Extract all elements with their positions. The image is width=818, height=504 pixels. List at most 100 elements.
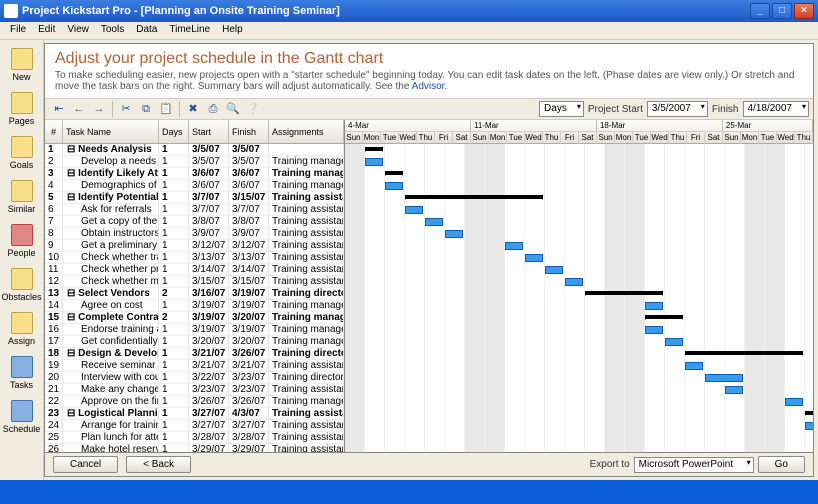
table-row[interactable]: 8Obtain instructors' resur13/9/073/9/07T… <box>45 228 344 240</box>
advisor-link[interactable]: Advisor. <box>412 81 448 92</box>
sidebar-item-assign[interactable]: Assign <box>0 308 43 350</box>
maximize-button[interactable]: □ <box>772 3 792 19</box>
task-bar[interactable] <box>645 302 663 310</box>
col-name[interactable]: Task Name <box>63 120 159 143</box>
table-row[interactable]: 1⊟ Needs Analysis13/5/073/5/07 <box>45 144 344 156</box>
delete-icon[interactable]: ✖ <box>185 101 201 117</box>
table-row[interactable]: 25Plan lunch for attendee:13/28/073/28/0… <box>45 432 344 444</box>
export-select[interactable]: Microsoft PowerPoint <box>634 457 754 473</box>
menu-view[interactable]: View <box>61 22 95 39</box>
sidebar-item-obstacles[interactable]: Obstacles <box>0 264 43 306</box>
cut-icon[interactable]: ✂ <box>118 101 134 117</box>
view-mode-select[interactable]: Days <box>539 101 584 117</box>
sidebar-item-pages[interactable]: Pages <box>0 88 43 130</box>
task-bar[interactable] <box>685 362 703 370</box>
menu-timeline[interactable]: TimeLine <box>163 22 216 39</box>
task-table-header: # Task Name Days Start Finish Assignment… <box>45 120 344 144</box>
task-bar[interactable] <box>405 206 423 214</box>
close-button[interactable]: × <box>794 3 814 19</box>
sidebar-item-label: Obstacles <box>1 292 41 302</box>
task-bar[interactable] <box>365 158 383 166</box>
sidebar-item-similar[interactable]: Similar <box>0 176 43 218</box>
nav-first-icon[interactable]: ⇤ <box>51 101 67 117</box>
summary-bar[interactable] <box>585 291 663 295</box>
col-assignments[interactable]: Assignments <box>269 120 344 143</box>
summary-bar[interactable] <box>385 171 403 175</box>
task-bar[interactable] <box>565 278 583 286</box>
task-bar[interactable] <box>665 338 683 346</box>
sidebar-item-goals[interactable]: Goals <box>0 132 43 174</box>
task-bar[interactable] <box>445 230 463 238</box>
summary-bar[interactable] <box>405 195 543 199</box>
paste-icon[interactable]: 📋 <box>158 101 174 117</box>
task-bar[interactable] <box>805 422 813 430</box>
summary-bar[interactable] <box>645 315 683 319</box>
table-row[interactable]: 15⊟ Complete Contract Req23/19/073/20/07… <box>45 312 344 324</box>
help-icon[interactable]: ❔ <box>245 101 261 117</box>
table-row[interactable]: 14Agree on cost13/19/073/19/07Training m… <box>45 300 344 312</box>
summary-bar[interactable] <box>685 351 803 355</box>
table-row[interactable]: 21Make any changes to o13/23/073/23/07Tr… <box>45 384 344 396</box>
table-row[interactable]: 4Demographics of attend13/6/073/6/07Trai… <box>45 180 344 192</box>
task-bar[interactable] <box>505 242 523 250</box>
proj-finish-label: Finish <box>712 104 739 115</box>
gantt-timeline-header: 4-Mar11-Mar18-Mar25-Mar SunMonTueWedThuF… <box>345 120 813 144</box>
table-row[interactable]: 9Get a preliminary cost r13/12/073/12/07… <box>45 240 344 252</box>
col-days[interactable]: Days <box>159 120 189 143</box>
sidebar-item-people[interactable]: People <box>0 220 43 262</box>
minimize-button[interactable]: _ <box>750 3 770 19</box>
zoom-icon[interactable]: 🔍 <box>225 101 241 117</box>
task-bar[interactable] <box>545 266 563 274</box>
table-row[interactable]: 18⊟ Design & Development13/21/073/26/07T… <box>45 348 344 360</box>
task-bar[interactable] <box>425 218 443 226</box>
gantt-row <box>345 240 813 252</box>
nav-prev-icon[interactable]: ← <box>71 101 87 117</box>
copy-icon[interactable]: ⧉ <box>138 101 154 117</box>
table-row[interactable]: 7Get a copy of the cours13/8/073/8/07Tra… <box>45 216 344 228</box>
table-row[interactable]: 6Ask for referrals13/7/073/7/07Training … <box>45 204 344 216</box>
go-button[interactable]: Go <box>758 456 805 473</box>
summary-bar[interactable] <box>365 147 383 151</box>
proj-finish-field[interactable]: 4/18/2007 <box>743 101 810 117</box>
task-bar[interactable] <box>705 374 743 382</box>
sidebar-item-schedule[interactable]: Schedule <box>0 396 43 438</box>
table-row[interactable]: 12Check whether material13/15/073/15/07T… <box>45 276 344 288</box>
sidebar-item-new[interactable]: New <box>0 44 43 86</box>
table-row[interactable]: 23⊟ Logistical Planning13/27/074/3/07Tra… <box>45 408 344 420</box>
table-row[interactable]: 17Get confidentially form r13/20/073/20/… <box>45 336 344 348</box>
table-row[interactable]: 24Arrange for training site13/27/073/27/… <box>45 420 344 432</box>
summary-bar[interactable] <box>805 411 813 415</box>
day-header: Tue <box>759 132 777 144</box>
menu-data[interactable]: Data <box>130 22 163 39</box>
task-bar[interactable] <box>525 254 543 262</box>
table-row[interactable]: 22Approve on the final out13/26/073/26/0… <box>45 396 344 408</box>
col-id[interactable]: # <box>45 120 63 143</box>
proj-start-field[interactable]: 3/5/2007 <box>647 101 708 117</box>
task-bar[interactable] <box>645 326 663 334</box>
sidebar-item-tasks[interactable]: Tasks <box>0 352 43 394</box>
table-row[interactable]: 11Check whether prepara13/14/073/14/07Tr… <box>45 264 344 276</box>
sidebar-item-label: Schedule <box>3 424 41 434</box>
menu-tools[interactable]: Tools <box>95 22 130 39</box>
menu-edit[interactable]: Edit <box>32 22 61 39</box>
table-row[interactable]: 16Endorse training agreei13/19/073/19/07… <box>45 324 344 336</box>
table-row[interactable]: 3⊟ Identify Likely Attendee13/6/073/6/07… <box>45 168 344 180</box>
back-button[interactable]: < Back <box>126 456 191 473</box>
task-bar[interactable] <box>385 182 403 190</box>
print-icon[interactable]: ⎙ <box>205 101 221 117</box>
table-row[interactable]: 5⊟ Identify Potential Vendo13/7/073/15/0… <box>45 192 344 204</box>
table-row[interactable]: 26Make hotel reservations13/29/073/29/07… <box>45 444 344 452</box>
task-bar[interactable] <box>785 398 803 406</box>
nav-next-icon[interactable]: → <box>91 101 107 117</box>
menu-help[interactable]: Help <box>216 22 249 39</box>
task-bar[interactable] <box>725 386 743 394</box>
table-row[interactable]: 20Interview with course to13/22/073/23/0… <box>45 372 344 384</box>
cancel-button[interactable]: Cancel <box>53 456 118 473</box>
table-row[interactable]: 19Receive seminar outline13/21/073/21/07… <box>45 360 344 372</box>
table-row[interactable]: 13⊟ Select Vendors23/16/073/19/07Trainin… <box>45 288 344 300</box>
table-row[interactable]: 10Check whether travel ar13/13/073/13/07… <box>45 252 344 264</box>
col-start[interactable]: Start <box>189 120 229 143</box>
menu-file[interactable]: File <box>4 22 32 39</box>
col-finish[interactable]: Finish <box>229 120 269 143</box>
table-row[interactable]: 2Develop a needs analys13/5/073/5/07Trai… <box>45 156 344 168</box>
